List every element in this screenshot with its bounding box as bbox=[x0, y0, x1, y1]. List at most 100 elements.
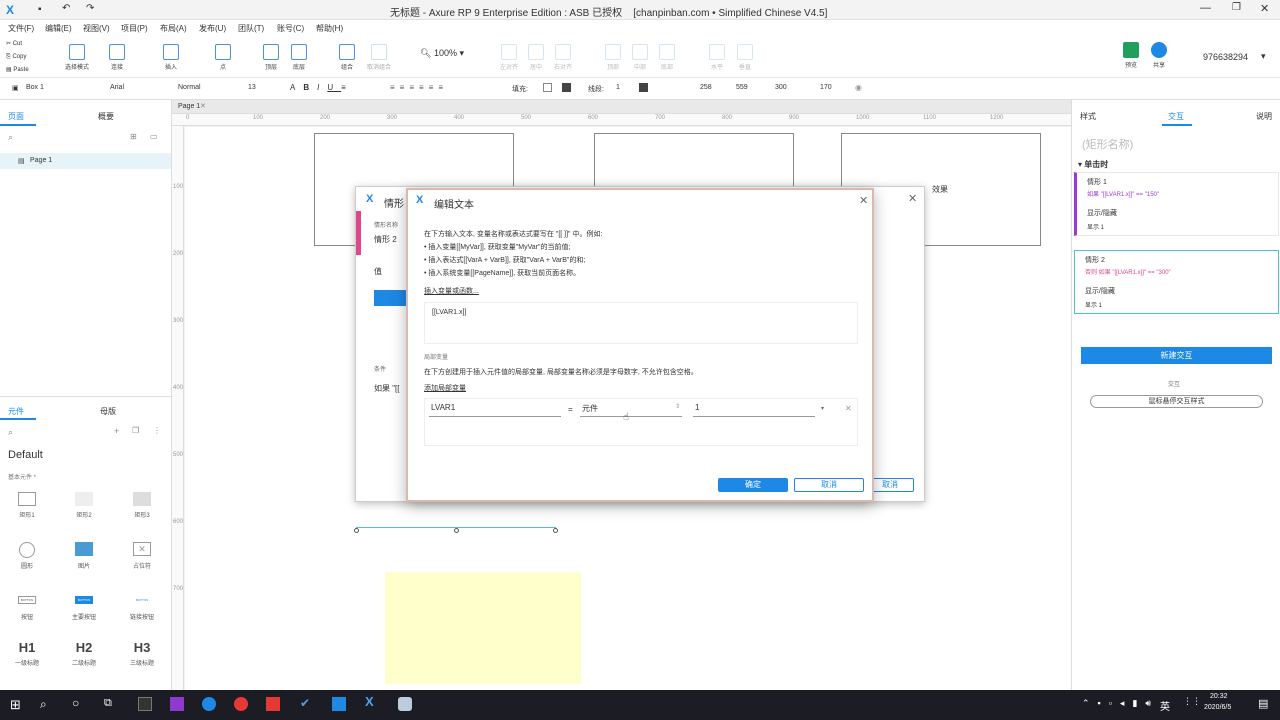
notifications-icon[interactable]: ▤ bbox=[1258, 697, 1268, 710]
x-field[interactable]: 258 bbox=[700, 84, 712, 91]
width-field[interactable]: 300 bbox=[775, 84, 787, 91]
feishu-icon[interactable]: ✔ bbox=[300, 696, 310, 710]
system-tray[interactable]: ⌃▪▫◂▮🔊︎ bbox=[1082, 698, 1159, 709]
lib-link-button[interactable]: BUTTON 链接按钮 bbox=[122, 594, 162, 621]
copy-button[interactable]: ⎘ Copy bbox=[6, 51, 29, 64]
resize-handle[interactable] bbox=[354, 528, 359, 533]
app-red-icon[interactable] bbox=[266, 697, 280, 711]
page-item-page1[interactable]: ▤ Page 1 bbox=[0, 153, 171, 169]
tab-outline[interactable]: 概要 bbox=[98, 111, 114, 122]
align-right-button[interactable]: 右对齐 bbox=[540, 44, 586, 71]
event-onclick[interactable]: ▾ 单击时 bbox=[1078, 159, 1108, 170]
delete-variable-icon[interactable]: ✕ bbox=[845, 404, 852, 413]
lib-rect1[interactable]: 矩形1 bbox=[7, 492, 47, 519]
tab-libraries[interactable]: 元件 bbox=[8, 406, 24, 417]
clock-date[interactable]: 2020/6/5 bbox=[1204, 704, 1231, 711]
resize-handle[interactable] bbox=[454, 528, 459, 533]
widget-name[interactable]: Box 1 bbox=[26, 84, 44, 91]
shape-name-input[interactable]: (矩形名称) bbox=[1082, 136, 1133, 152]
ungroup-button[interactable]: 取消组合 bbox=[356, 44, 402, 71]
connect-button[interactable]: 连接 bbox=[94, 44, 140, 71]
hover-style-button[interactable]: 鼠标悬停交互样式 bbox=[1090, 395, 1263, 408]
close-icon[interactable]: ✕ bbox=[1260, 2, 1269, 15]
lib-button[interactable]: BUTTON 按钮 bbox=[7, 594, 47, 621]
visibility-icon[interactable]: ◉ bbox=[855, 83, 862, 92]
tab-page1[interactable]: Page 1 bbox=[178, 103, 200, 110]
dropdown-arrow-icon[interactable]: ▾ bbox=[821, 405, 824, 412]
cortana-icon[interactable]: ○ bbox=[72, 696, 79, 710]
account-id[interactable]: 976638294 bbox=[1203, 52, 1248, 62]
alignment-buttons[interactable]: ≡≡≡≡≡≡ bbox=[390, 83, 448, 92]
line-color-swatch[interactable] bbox=[639, 83, 648, 92]
tab-interactions[interactable]: 交互 bbox=[1168, 111, 1184, 122]
menu-file[interactable]: 文件(F) bbox=[8, 23, 34, 34]
minimize-icon[interactable]: — bbox=[1200, 2, 1211, 14]
chevron-down-icon[interactable]: ▾ bbox=[1261, 51, 1266, 62]
send-back-button[interactable]: 底层 bbox=[276, 44, 322, 71]
undo-icon[interactable]: ↶ bbox=[62, 3, 70, 14]
add-folder-icon[interactable]: ▭ bbox=[150, 132, 158, 141]
variable-name-input[interactable]: LVAR1 bbox=[429, 403, 561, 417]
add-library-icon[interactable]: + bbox=[114, 426, 119, 436]
height-field[interactable]: 170 bbox=[820, 84, 832, 91]
app-light-icon[interactable] bbox=[398, 697, 412, 711]
target-widget-select[interactable]: 1 bbox=[693, 403, 815, 417]
lib-rect3[interactable]: 矩形3 bbox=[122, 492, 162, 519]
cut-button[interactable]: ✂ Cut bbox=[6, 38, 29, 51]
search-icon[interactable]: ⌕ bbox=[8, 132, 13, 143]
zoom-control[interactable]: 🔍︎ 100% ▾ bbox=[420, 48, 464, 59]
font-size-select[interactable]: 13 bbox=[248, 84, 256, 91]
tab-notes[interactable]: 说明 bbox=[1256, 111, 1272, 122]
canvas-note-box[interactable] bbox=[385, 572, 581, 684]
case-dialog-close-icon[interactable]: ✕ bbox=[908, 192, 917, 205]
y-field[interactable]: 559 bbox=[736, 84, 748, 91]
variable-type-select[interactable]: 元件 ⇕ bbox=[580, 403, 682, 417]
axure-taskbar-icon[interactable]: X bbox=[365, 694, 374, 709]
library-copy-icon[interactable]: ❐ bbox=[132, 426, 139, 435]
insert-variable-link[interactable]: 插入变量或函数... bbox=[424, 286, 479, 296]
case-name-field[interactable]: 情形 2 bbox=[374, 234, 397, 245]
app-blue-icon[interactable] bbox=[332, 697, 346, 711]
ok-button[interactable]: 确定 bbox=[718, 478, 788, 492]
point-button[interactable]: 点 bbox=[200, 44, 246, 71]
menu-account[interactable]: 账号(C) bbox=[277, 23, 304, 34]
redo-icon[interactable]: ↷ bbox=[86, 3, 94, 14]
lib-circle[interactable]: 圆形 bbox=[7, 542, 47, 570]
menu-view[interactable]: 视图(V) bbox=[83, 23, 110, 34]
library-select[interactable]: Default bbox=[8, 449, 43, 461]
app-icon[interactable] bbox=[138, 697, 152, 711]
menu-help[interactable]: 帮助(H) bbox=[316, 23, 343, 34]
lib-h2[interactable]: H2 二级标题 bbox=[64, 640, 104, 667]
case-2-card[interactable]: 情形 2 否则 如果 "[[LVAR1.x]]" == "300" 显示/隐藏 … bbox=[1074, 250, 1279, 314]
lib-placeholder[interactable]: ✕ 占位符 bbox=[122, 542, 162, 570]
cancel-button[interactable]: 取消 bbox=[794, 478, 864, 492]
tab-masters[interactable]: 母版 bbox=[100, 406, 116, 417]
add-page-icon[interactable]: ⊞ bbox=[130, 132, 137, 141]
search-icon[interactable]: ⌕ bbox=[40, 697, 47, 712]
ime-indicator[interactable]: 英 bbox=[1160, 698, 1170, 713]
tab-style[interactable]: 样式 bbox=[1080, 111, 1096, 122]
lib-image[interactable]: 图片 bbox=[64, 542, 104, 570]
case-1-card[interactable]: 情形 1 如果 "[[LVAR1.x]]" == "150" 显示/隐藏 显示 … bbox=[1074, 172, 1279, 236]
menu-team[interactable]: 团队(T) bbox=[238, 23, 264, 34]
add-local-variable-link[interactable]: 添加局部变量 bbox=[424, 383, 466, 393]
font-family-select[interactable]: Arial bbox=[110, 84, 124, 91]
fill-color-swatch[interactable] bbox=[543, 83, 552, 92]
edit-dialog-close-icon[interactable]: ✕ bbox=[859, 194, 868, 207]
menu-project[interactable]: 项目(P) bbox=[121, 23, 148, 34]
lib-h1[interactable]: H1 一级标题 bbox=[7, 640, 47, 667]
distribute-v-button[interactable]: 垂直 bbox=[722, 44, 768, 71]
lib-rect2[interactable]: 矩形2 bbox=[64, 492, 104, 519]
onenote-icon[interactable] bbox=[170, 697, 184, 711]
resize-handle[interactable] bbox=[553, 528, 558, 533]
text-editor[interactable]: [[LVAR1.x]] bbox=[424, 302, 858, 344]
line-width[interactable]: 1 bbox=[616, 84, 620, 91]
library-menu-icon[interactable]: ⋮ bbox=[153, 426, 161, 435]
shadow-swatch[interactable] bbox=[562, 83, 571, 92]
save-icon[interactable]: ▪ bbox=[38, 4, 42, 15]
lib-primary-button[interactable]: BUTTON 主要按钮 bbox=[64, 594, 104, 621]
new-interaction-button[interactable]: 新建交互 bbox=[1081, 347, 1272, 364]
case-value-button[interactable] bbox=[374, 290, 410, 306]
browser-icon[interactable] bbox=[202, 697, 216, 711]
clock-time[interactable]: 20:32 bbox=[1210, 693, 1228, 700]
